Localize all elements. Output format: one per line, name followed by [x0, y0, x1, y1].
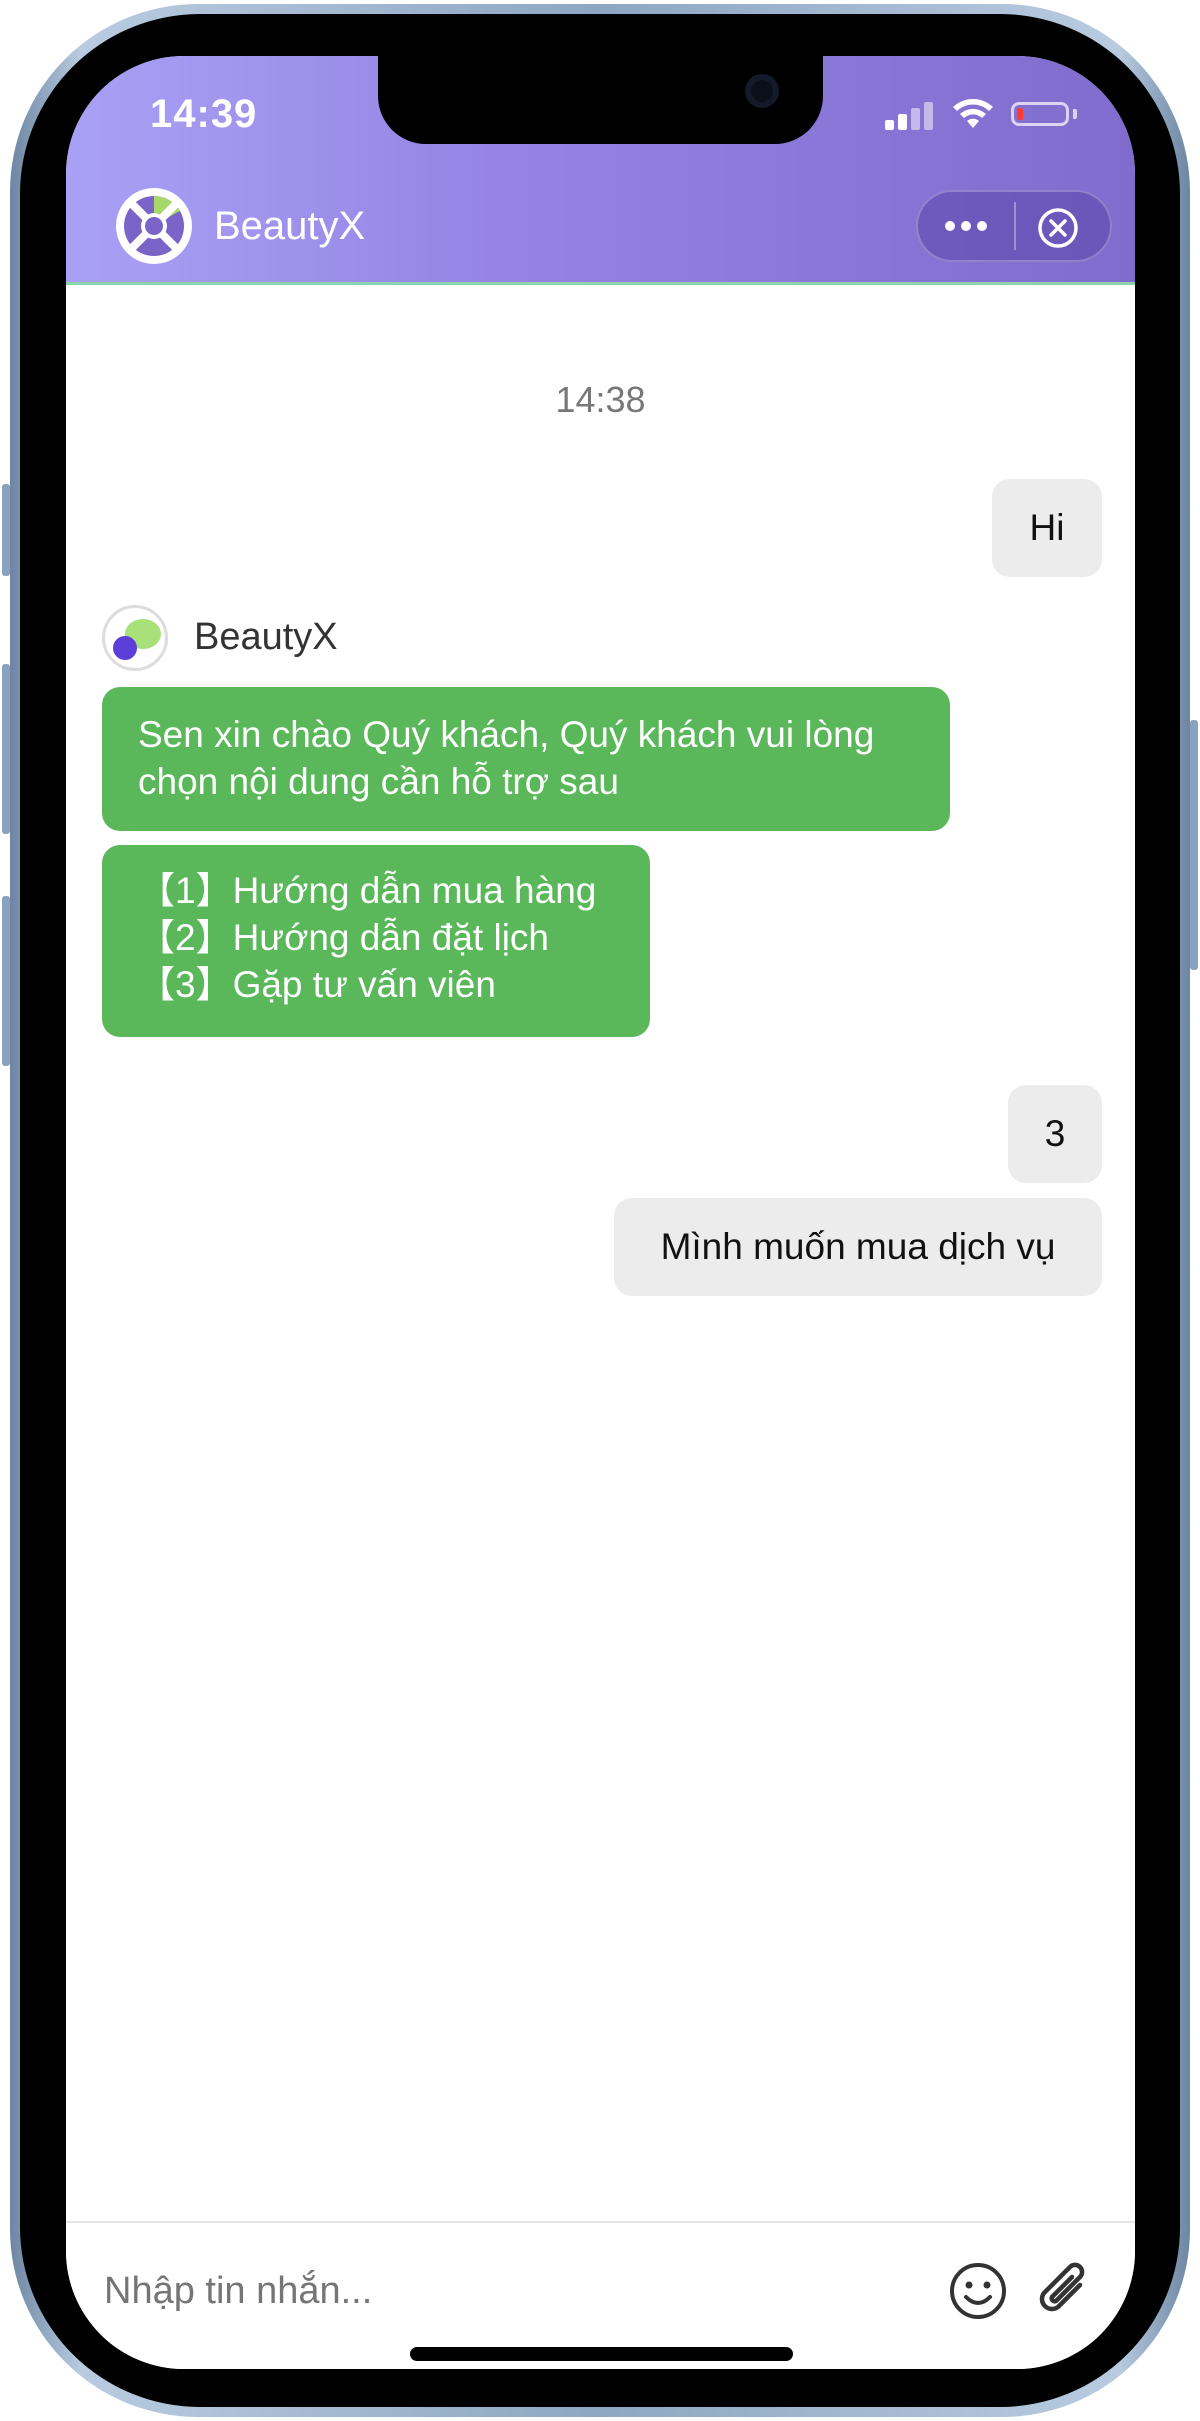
status-icons	[885, 99, 1085, 130]
bot-avatar	[102, 605, 168, 671]
message-input[interactable]	[102, 2269, 606, 2314]
battery-icon	[1011, 102, 1069, 126]
side-button	[2, 896, 10, 1066]
home-indicator[interactable]	[410, 2347, 793, 2361]
bot-message: Sen xin chào Quý khách, Quý khách vui lò…	[102, 687, 950, 831]
user-message: 3	[1008, 1085, 1102, 1183]
side-button	[2, 664, 10, 834]
front-camera	[745, 74, 779, 108]
menu-option-2: 【2】Hướng dẫn đặt lịch	[138, 917, 550, 958]
close-circle-icon[interactable]	[1034, 204, 1082, 252]
ellipsis-icon	[945, 221, 987, 231]
app-logo-icon	[116, 188, 192, 264]
menu-option-1: 【1】Hướng dẫn mua hàng	[138, 870, 597, 911]
bot-name: BeautyX	[194, 616, 338, 658]
message-composer	[66, 2221, 1135, 2369]
message-line: chọn nội dung cần hỗ trợ sau	[138, 761, 619, 802]
chat-bubbles-icon	[113, 619, 161, 660]
message-line: Sen xin chào Quý khách, Quý khách vui lò…	[138, 714, 875, 755]
menu-option-3: 【3】Gặp tư vấn viên	[138, 964, 496, 1005]
status-time: 14:39	[150, 92, 258, 136]
power-button	[1190, 720, 1198, 970]
phone-screen: 14:39 BeautyX 14:38 Hi BeautyX Sen xin c…	[66, 56, 1135, 2369]
mini-program-capsule	[916, 190, 1112, 262]
user-message: Hi	[992, 479, 1102, 577]
user-message: Mình muốn mua dịch vụ	[614, 1198, 1102, 1296]
side-button	[2, 484, 10, 576]
capsule-divider	[1014, 202, 1016, 250]
app-title: BeautyX	[214, 204, 366, 248]
notch	[378, 56, 823, 144]
emoji-icon[interactable]	[946, 2259, 1010, 2323]
wifi-icon	[953, 99, 993, 128]
signal-icon	[885, 100, 935, 130]
bot-menu-message: 【1】Hướng dẫn mua hàng 【2】Hướng dẫn đặt l…	[102, 845, 650, 1037]
more-button[interactable]	[936, 202, 996, 250]
paperclip-icon[interactable]	[1028, 2255, 1100, 2327]
chat-timestamp: 14:38	[555, 379, 646, 420]
